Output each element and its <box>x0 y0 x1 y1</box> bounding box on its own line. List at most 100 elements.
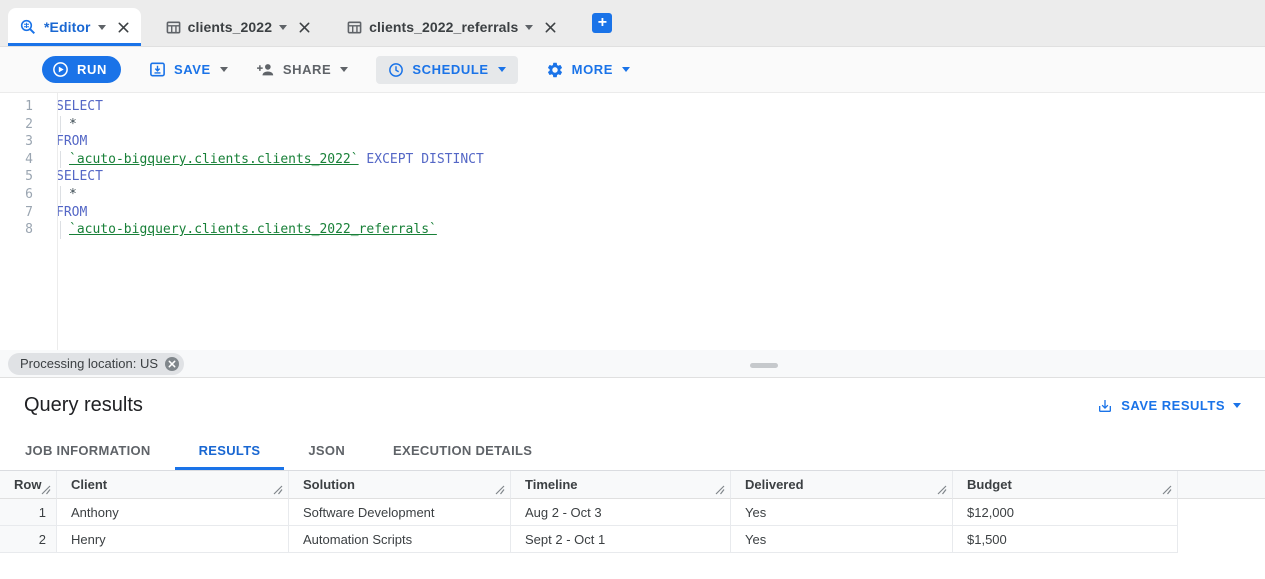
column-resize-grip[interactable] <box>41 485 51 495</box>
data-cell: Yes <box>731 526 953 553</box>
table-icon <box>347 20 362 35</box>
table-row: 2 Henry Automation Scripts Sept 2 - Oct 1 Ye… <box>0 526 1265 553</box>
line-number: 2 <box>25 116 33 132</box>
filler-cell <box>1178 526 1265 553</box>
tab-dropdown-caret[interactable] <box>97 24 106 30</box>
sql-editor[interactable]: 1 SELECT 2 * 3 FROM 4 `acuto-bigquery.clients.c… <box>0 93 1265 350</box>
code-text: SELECT <box>56 98 103 116</box>
row-number-cell: 2 <box>0 526 57 553</box>
results-tab-results[interactable]: RESULTS <box>174 433 285 470</box>
processing-location-label: Processing location: US <box>20 356 159 371</box>
schedule-label: SCHEDULE <box>412 62 489 77</box>
editor-tabbar: *Editor clients_2022 clients_2022_referral… <box>0 0 1265 47</box>
code-text: FROM <box>56 204 87 222</box>
tab-dropdown-caret[interactable] <box>525 24 534 30</box>
line-number: 1 <box>25 99 33 114</box>
person-add-icon <box>256 62 275 77</box>
code-line[interactable]: 1 SELECT <box>0 98 1265 116</box>
token-keyword: SELECT <box>56 169 103 185</box>
results-tabs: JOB INFORMATION RESULTS JSON EXECUTION DETA… <box>0 433 1265 471</box>
filler-cell <box>1178 499 1265 526</box>
code-line[interactable]: 7 FROM <box>0 204 1265 222</box>
processing-location-chip: Processing location: US <box>8 352 185 375</box>
column-resize-grip[interactable] <box>273 485 283 495</box>
tab-dropdown-caret[interactable] <box>279 24 288 30</box>
more-dropdown-caret[interactable] <box>622 67 631 72</box>
data-cell: $12,000 <box>953 499 1178 526</box>
tab-clients-2022[interactable]: clients_2022 <box>155 8 322 46</box>
close-icon[interactable] <box>117 21 130 34</box>
column-header-budget: Budget <box>953 471 1178 499</box>
line-number: 6 <box>25 186 33 202</box>
code-line[interactable]: 6 * <box>0 185 1265 204</box>
column-resize-grip[interactable] <box>715 485 725 495</box>
query-results-title: Query results <box>24 394 143 416</box>
column-header-solution: Solution <box>289 471 511 499</box>
more-button[interactable]: MORE <box>546 61 631 79</box>
save-results-label: SAVE RESULTS <box>1121 398 1225 413</box>
close-circle-icon[interactable] <box>164 356 180 372</box>
save-button[interactable]: SAVE <box>149 61 228 78</box>
column-header-delivered: Delivered <box>731 471 953 499</box>
column-resize-grip[interactable] <box>937 485 947 495</box>
column-resize-grip[interactable] <box>1162 485 1172 495</box>
token-keyword: EXCEPT DISTINCT <box>358 151 484 167</box>
data-cell: Automation Scripts <box>289 526 511 553</box>
column-header-timeline: Timeline <box>511 471 731 499</box>
tab-clients-2022-referrals[interactable]: clients_2022_referrals <box>336 8 568 46</box>
more-label: MORE <box>571 62 614 77</box>
share-dropdown-caret[interactable] <box>340 67 349 72</box>
column-label: Row <box>14 477 42 492</box>
code-text: SELECT <box>56 168 103 186</box>
line-number: 4 <box>25 151 33 167</box>
close-icon[interactable] <box>298 21 311 34</box>
code-line[interactable]: 2 * <box>0 115 1265 134</box>
line-number: 8 <box>25 222 33 238</box>
run-label: RUN <box>77 62 107 77</box>
results-tab-execution-details[interactable]: EXECUTION DETAILS <box>369 433 556 470</box>
row-number-cell: 1 <box>0 499 57 526</box>
schedule-button[interactable]: SCHEDULE <box>376 55 518 84</box>
code-line[interactable]: 5 SELECT <box>0 168 1265 186</box>
token-keyword: FROM <box>56 204 88 220</box>
save-results-caret[interactable] <box>1233 403 1241 408</box>
save-label: SAVE <box>173 62 211 77</box>
results-tab-json[interactable]: JSON <box>284 433 369 470</box>
data-cell: Software Development <box>289 499 511 526</box>
column-header-client: Client <box>57 471 289 499</box>
code-text: `acuto-bigquery.clients.clients_2022` EX… <box>56 150 484 169</box>
line-number: 5 <box>25 169 33 185</box>
download-icon <box>1097 398 1113 414</box>
panel-resize-handle[interactable] <box>750 363 778 368</box>
token-keyword: SELECT <box>56 99 103 114</box>
gear-icon <box>546 61 564 79</box>
save-dropdown-caret[interactable] <box>219 67 228 72</box>
results-tab-job-information[interactable]: JOB INFORMATION <box>1 433 175 470</box>
code-text: * <box>56 185 77 204</box>
data-cell: Henry <box>57 526 289 553</box>
table-header-row: Row Client Solution Timeline Delivered Budget <box>0 471 1265 499</box>
code-text: FROM <box>56 133 87 151</box>
run-button[interactable]: RUN <box>42 56 121 83</box>
new-tab-button[interactable]: + <box>592 13 613 33</box>
data-cell: Anthony <box>57 499 289 526</box>
editor-tabs: *Editor clients_2022 clients_2022_referral… <box>8 8 582 46</box>
data-cell: $1,500 <box>953 526 1178 553</box>
tab-label: *Editor <box>44 19 91 35</box>
schedule-dropdown-caret[interactable] <box>497 67 506 72</box>
tab--editor[interactable]: *Editor <box>8 8 141 46</box>
play-icon <box>52 61 69 78</box>
column-label: Client <box>71 477 108 492</box>
code-line[interactable]: 8 `acuto-bigquery.clients.clients_2022_re… <box>0 221 1265 239</box>
query-results-header: Query results SAVE RESULTS <box>0 378 1265 433</box>
close-icon[interactable] <box>544 21 557 34</box>
share-button[interactable]: SHARE <box>256 62 349 77</box>
column-label: Budget <box>967 477 1012 492</box>
save-results-button[interactable]: SAVE RESULTS <box>1097 398 1241 414</box>
code-line[interactable]: 4 `acuto-bigquery.clients.clients_2022` E… <box>0 150 1265 169</box>
data-cell: Sept 2 - Oct 1 <box>511 526 731 553</box>
column-label: Timeline <box>525 477 578 492</box>
token-plain: * <box>69 116 77 132</box>
column-resize-grip[interactable] <box>495 485 505 495</box>
code-line[interactable]: 3 FROM <box>0 133 1265 151</box>
